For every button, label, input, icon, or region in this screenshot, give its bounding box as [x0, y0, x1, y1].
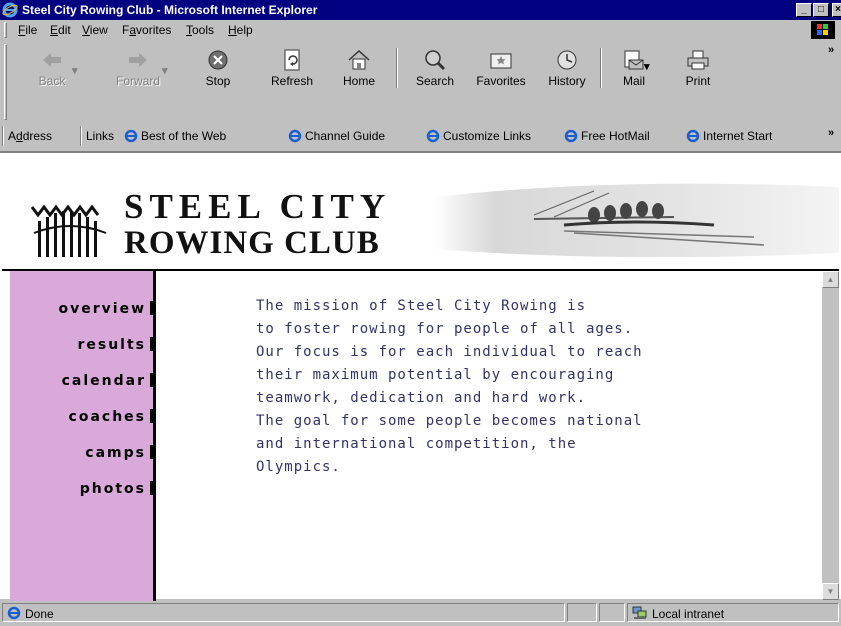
back-arrow-icon — [43, 53, 61, 67]
logo-text-line-1: STEEL CITY — [124, 187, 392, 226]
mission-line: Our focus is for each individual to reac… — [256, 344, 643, 360]
windows-flag-icon — [817, 24, 828, 35]
menu-bar: File Edit View Favorites Tools Help — [0, 20, 841, 40]
links-label[interactable]: Links — [86, 129, 114, 143]
link-customize-links[interactable]: Customize Links — [426, 129, 531, 143]
history-button[interactable]: History — [540, 44, 594, 94]
home-button[interactable]: Home — [334, 44, 384, 94]
title-bar[interactable]: Steel City Rowing Club - Microsoft Inter… — [0, 0, 841, 20]
windows-logo-throbber — [811, 21, 835, 39]
bar-grip[interactable] — [2, 126, 4, 146]
local-intranet-icon — [632, 606, 647, 619]
toolbar-separator — [600, 48, 602, 88]
forward-button[interactable]: Forward — [110, 44, 166, 94]
site-header: STEEL CITY ROWING CLUB — [2, 153, 839, 271]
ie-page-icon — [7, 606, 21, 620]
left-sidebar: overview results calendar coaches camps … — [10, 271, 153, 601]
security-zone-text: Local intranet — [652, 607, 725, 621]
back-button[interactable]: Back — [30, 44, 74, 94]
mission-line: The mission of Steel City Rowing is — [256, 298, 587, 314]
window-title: Steel City Rowing Club - Microsoft Inter… — [22, 3, 318, 17]
address-bar-label[interactable]: Address — [8, 129, 52, 143]
links-more-chevron[interactable]: » — [828, 127, 834, 139]
toolbar-separator — [396, 48, 398, 88]
search-icon — [425, 50, 446, 71]
link-best-of-the-web[interactable]: Best of the Web — [124, 129, 226, 143]
nav-item-results[interactable]: results — [77, 337, 153, 357]
page-viewport[interactable]: STEEL CITY ROWING CLUB overview results … — [0, 151, 841, 601]
nav-item-photos[interactable]: photos — [80, 481, 153, 501]
address-links-bar: Address Links Best of the Web Channel Gu… — [0, 123, 841, 149]
mission-line: Olympics. — [256, 459, 341, 475]
bar-grip[interactable] — [80, 126, 82, 146]
menu-tools[interactable]: Tools — [186, 23, 214, 37]
history-clock-icon — [557, 50, 577, 70]
stop-icon — [208, 50, 228, 70]
standard-toolbar: Back ▾ Forward ▾ Stop Refresh Home Searc… — [0, 42, 841, 122]
status-pane — [567, 603, 597, 622]
vertical-scrollbar[interactable]: ▲ ▼ — [822, 271, 839, 601]
status-text-pane: Done — [2, 603, 565, 622]
refresh-icon — [284, 49, 300, 71]
maximize-button[interactable]: □ — [813, 3, 829, 17]
mission-statement: The mission of Steel City Rowing is to f… — [256, 295, 816, 479]
status-text: Done — [25, 607, 54, 621]
internet-explorer-icon — [2, 2, 18, 18]
ie-page-icon — [564, 129, 578, 143]
toolbar-more-chevron[interactable]: » — [828, 44, 834, 56]
minimize-button[interactable]: _ — [796, 3, 812, 17]
ie-page-icon — [426, 129, 440, 143]
mission-line: teamwork, dedication and hard work. — [256, 390, 587, 406]
scroll-down-button[interactable]: ▼ — [822, 583, 839, 600]
menu-help[interactable]: Help — [228, 23, 253, 37]
favorites-folder-icon — [490, 53, 512, 69]
menu-favorites[interactable]: Favorites — [122, 23, 171, 37]
search-button[interactable]: Search — [408, 44, 462, 94]
forward-arrow-icon — [129, 53, 147, 67]
favorites-button[interactable]: Favorites — [468, 44, 534, 94]
print-button[interactable]: Print — [676, 44, 720, 94]
nav-item-coaches[interactable]: coaches — [69, 409, 153, 429]
mail-dropdown-icon[interactable]: ▾ — [644, 60, 650, 73]
mission-line: and international competition, the — [256, 436, 577, 452]
link-free-hotmail[interactable]: Free HotMail — [564, 129, 650, 143]
status-pane — [599, 603, 625, 622]
ie-page-icon — [686, 129, 700, 143]
mission-line: to foster rowing for people of all ages. — [256, 321, 634, 337]
rowing-crew-photo — [434, 183, 839, 258]
close-button[interactable]: × — [832, 3, 841, 17]
nav-item-calendar[interactable]: calendar — [62, 373, 153, 393]
sidebar-border — [153, 271, 156, 601]
rowing-club-logo-icon — [30, 204, 107, 257]
mission-line: their maximum potential by encouraging — [256, 367, 615, 383]
logo-text-line-2: ROWING CLUB — [124, 225, 380, 261]
menu-grip[interactable] — [4, 22, 7, 38]
menu-file[interactable]: File — [18, 23, 37, 37]
forward-dropdown-icon[interactable]: ▾ — [162, 64, 168, 77]
back-dropdown-icon[interactable]: ▾ — [72, 64, 78, 77]
ie-page-icon — [124, 129, 138, 143]
stop-button[interactable]: Stop — [196, 44, 240, 94]
link-channel-guide[interactable]: Channel Guide — [288, 129, 385, 143]
scroll-up-button[interactable]: ▲ — [822, 271, 839, 288]
menu-edit[interactable]: Edit — [50, 23, 71, 37]
printer-icon — [687, 50, 709, 70]
menu-view[interactable]: View — [82, 23, 108, 37]
nav-item-camps[interactable]: camps — [85, 445, 153, 465]
home-icon — [348, 49, 370, 70]
nav-item-overview[interactable]: overview — [59, 301, 153, 321]
mission-line: The goal for some people becomes nationa… — [256, 413, 643, 429]
refresh-button[interactable]: Refresh — [262, 44, 322, 94]
ie-page-icon — [288, 129, 302, 143]
toolbar-grip[interactable] — [4, 44, 7, 120]
security-zone-pane: Local intranet — [627, 603, 839, 622]
status-bar: Done Local intranet — [0, 601, 841, 623]
link-internet-start[interactable]: Internet Start — [686, 129, 772, 143]
